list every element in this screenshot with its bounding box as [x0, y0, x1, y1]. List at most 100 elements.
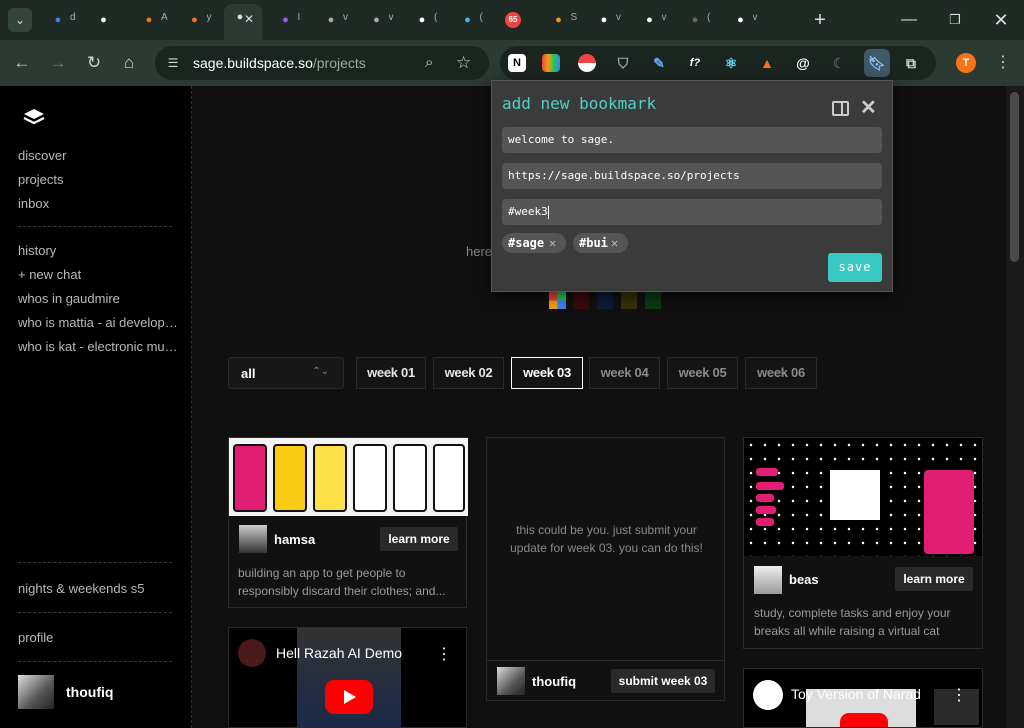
sidebar-username[interactable]: thoufiq [66, 684, 113, 700]
sidebar-history-title[interactable]: history [18, 243, 182, 258]
browser-tab[interactable]: ● A [133, 7, 171, 33]
pokeball-ext-icon[interactable] [578, 54, 596, 72]
video-title[interactable]: Toy Version of Narad [791, 686, 921, 702]
sidebar-item-discover[interactable]: discover [18, 148, 182, 163]
tab-week-1[interactable]: week 01 [356, 357, 426, 389]
project-card-beas[interactable]: beas learn more study, complete tasks an… [743, 437, 983, 649]
back-icon[interactable]: ← [11, 52, 33, 74]
tag-chip-bui[interactable]: #bui ✕ [573, 233, 628, 253]
tab-week-4[interactable]: week 04 [589, 357, 660, 389]
user-avatar[interactable] [18, 675, 54, 709]
project-card-placeholder: this could be you. just submit your upda… [486, 437, 725, 701]
card-description: building an app to get people to respons… [238, 566, 446, 598]
browser-tab[interactable]: ●( [679, 7, 717, 33]
browser-tab[interactable]: ● v [634, 7, 672, 33]
bookmark-ext-icon[interactable]: 🔖︎ [864, 49, 890, 77]
minimize-icon[interactable]: — [897, 8, 921, 32]
video-card-hell-razah[interactable]: Hell Razah AI Demo ⋮ [228, 627, 467, 728]
browser-tab[interactable]: 65 [497, 7, 535, 33]
youtube-play-icon[interactable] [325, 680, 373, 714]
new-tab-button[interactable]: + [810, 9, 830, 31]
browser-tab[interactable]: ●v✕ [224, 4, 262, 40]
video-menu-icon[interactable]: ⋮ [951, 685, 967, 705]
card-username[interactable]: hamsa [274, 532, 315, 547]
tab-week-5[interactable]: week 05 [667, 357, 738, 389]
browser-tab[interactable]: ● v [315, 7, 353, 33]
browser-tab[interactable]: ● y [179, 7, 217, 33]
browser-tab[interactable]: ● d [42, 7, 80, 33]
browser-tab[interactable]: ●( [452, 7, 490, 33]
page-scrollbar[interactable] [1006, 86, 1024, 728]
browser-tab[interactable]: ● [88, 7, 126, 33]
card-username[interactable]: beas [789, 572, 819, 587]
submit-week-button[interactable]: submit week 03 [611, 669, 715, 693]
react-ext-icon[interactable]: ⚛ [722, 54, 740, 72]
eyedropper-ext-icon[interactable]: ✎ [650, 54, 668, 72]
bookmark-url-field[interactable]: https://sage.buildspace.so/projects [502, 163, 882, 189]
sidebar-item-projects[interactable]: projects [18, 172, 182, 187]
avatar [754, 566, 782, 594]
forward-icon[interactable]: → [47, 52, 69, 74]
save-button[interactable]: save [828, 253, 882, 282]
site-info-icon[interactable]: ☰ [165, 55, 181, 71]
notion-ext-icon[interactable]: N [508, 54, 526, 72]
address-bar[interactable]: ☰ sage.buildspace.so/projects ⌕ ☆ [155, 46, 489, 80]
browser-tab[interactable]: ● v [361, 7, 399, 33]
browser-tab[interactable]: ● I [270, 7, 308, 33]
browser-tab[interactable]: ●( [406, 7, 444, 33]
sidebar-item-inbox[interactable]: inbox [18, 196, 182, 211]
profile-avatar[interactable]: T [956, 53, 976, 73]
sidebar-season-link[interactable]: nights & weekends s5 [18, 581, 182, 596]
close-tab-icon[interactable]: ✕ [244, 12, 254, 26]
browser-tab[interactable]: ● v [725, 7, 763, 33]
scrollbar-thumb[interactable] [1010, 92, 1019, 262]
menu-kebab-icon[interactable]: ⋮ [995, 52, 1011, 72]
tab-title: v [616, 12, 621, 23]
home-icon[interactable]: ⌂ [118, 52, 140, 74]
remove-tag-icon[interactable]: ✕ [611, 233, 618, 253]
card-username[interactable]: thoufiq [532, 674, 576, 689]
history-item[interactable]: whos in gaudmire [18, 291, 182, 306]
video-menu-icon[interactable]: ⋮ [436, 644, 452, 664]
extensions-icon[interactable]: ⧉ [902, 54, 920, 72]
zoom-search-icon[interactable]: ⌕ [425, 54, 433, 71]
database-icon: ● [54, 14, 62, 26]
tab-week-3[interactable]: week 03 [511, 357, 583, 389]
sidebar-new-chat[interactable]: + new chat [18, 267, 182, 282]
youtube-play-icon[interactable] [840, 713, 888, 727]
remove-tag-icon[interactable]: ✕ [549, 233, 556, 253]
tab-week-6[interactable]: week 06 [745, 357, 817, 389]
buildspace-logo-icon[interactable] [22, 106, 46, 126]
browser-tab[interactable]: ● v [588, 7, 626, 33]
close-icon[interactable]: ✕ [860, 95, 877, 120]
video-card-narad[interactable]: Toy Version of Narad ⋮ [743, 668, 983, 728]
browser-tab[interactable]: ● S [543, 7, 581, 33]
bookmark-name-field[interactable]: welcome to sage. [502, 127, 882, 153]
bookmark-tag-input[interactable]: #week3 [502, 199, 882, 225]
history-item[interactable]: who is kat - electronic musi... [18, 339, 182, 354]
shield-ext-icon[interactable]: ⛉ [614, 54, 632, 72]
close-window-icon[interactable]: ✕ [989, 8, 1013, 32]
filter-select[interactable]: all ⌃⌄ [228, 357, 344, 389]
threads-ext-icon[interactable]: @ [794, 54, 812, 72]
video-title[interactable]: Hell Razah AI Demo [276, 645, 402, 661]
learn-more-button[interactable]: learn more [380, 527, 458, 551]
project-card-hamsa[interactable]: hamsa learn more building an app to get … [228, 437, 468, 608]
multicolor-icon: ● [555, 14, 562, 26]
sidebar-profile-link[interactable]: profile [18, 630, 182, 645]
moon-ext-icon[interactable]: ☾ [830, 54, 848, 72]
tab-search-button[interactable]: ⌄ [8, 8, 32, 32]
rocket-ext-icon[interactable]: ▲ [758, 54, 776, 72]
project-thumbnail [229, 438, 468, 516]
star-icon[interactable]: ☆ [456, 53, 471, 73]
tag-chip-sage[interactable]: #sage ✕ [502, 233, 566, 253]
history-item[interactable]: who is mattia - ai developer... [18, 315, 182, 330]
restore-icon[interactable]: ❐ [943, 8, 967, 32]
font-ext-icon[interactable]: f? [686, 54, 704, 72]
reload-icon[interactable]: ↻ [83, 52, 105, 74]
tab-title: y [206, 12, 212, 23]
palette-ext-icon[interactable] [542, 54, 560, 72]
sidepanel-icon[interactable] [832, 101, 849, 116]
tab-week-2[interactable]: week 02 [433, 357, 504, 389]
learn-more-button[interactable]: learn more [895, 567, 973, 591]
